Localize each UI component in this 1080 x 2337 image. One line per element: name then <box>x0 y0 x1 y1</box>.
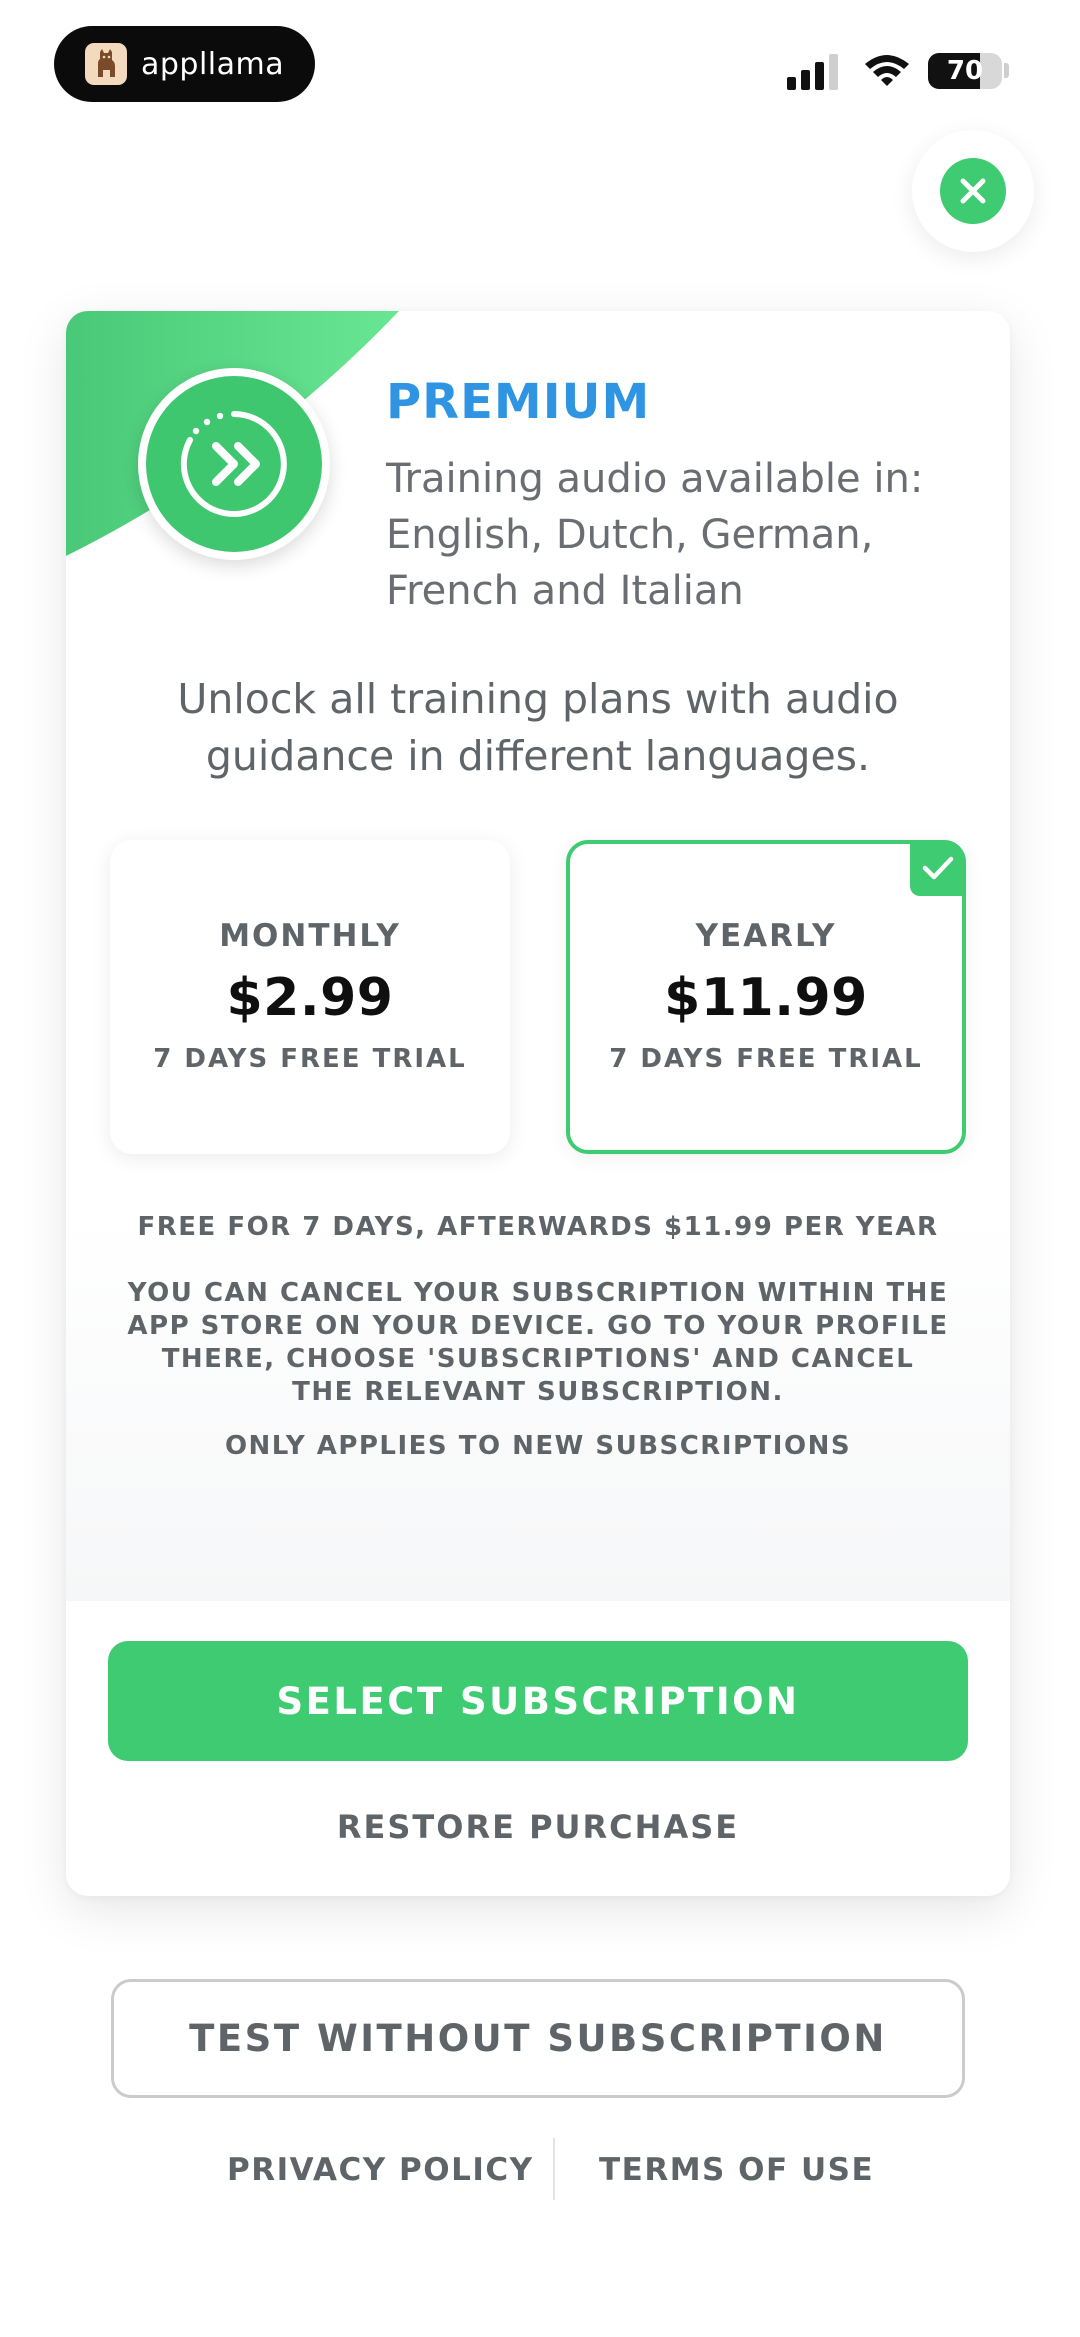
plan-name: MONTHLY <box>219 918 401 954</box>
close-button[interactable] <box>912 130 1034 252</box>
plan-price: $11.99 <box>664 968 868 1028</box>
close-icon <box>940 158 1006 224</box>
trial-terms-text: FREE FOR 7 DAYS, AFTERWARDS $11.99 PER Y… <box>137 1212 939 1242</box>
battery-nub <box>1004 63 1009 78</box>
premium-badge <box>138 368 330 560</box>
premium-title: PREMIUM <box>386 374 651 430</box>
brand-name: appllama <box>141 46 285 82</box>
terms-of-use-link[interactable]: TERMS OF USE <box>599 2152 874 2188</box>
plan-price: $2.99 <box>226 968 394 1028</box>
llama-logo-icon <box>85 43 127 85</box>
wifi-icon <box>865 55 909 86</box>
privacy-policy-link[interactable]: PRIVACY POLICY <box>227 2152 534 2188</box>
plan-trial: 7 DAYS FREE TRIAL <box>609 1044 923 1074</box>
unlock-description: Unlock all training plans with audio gui… <box>177 675 899 780</box>
checkmark-icon <box>910 840 966 896</box>
plan-name: YEARLY <box>695 918 837 954</box>
battery-level: 70 <box>946 56 984 86</box>
fast-forward-icon <box>146 376 322 552</box>
cancel-info-text: YOU CAN CANCEL YOUR SUBSCRIPTION WITHIN … <box>127 1278 949 1407</box>
plan-option-monthly[interactable]: MONTHLY $2.99 7 DAYS FREE TRIAL <box>110 840 510 1154</box>
new-subscriptions-note: ONLY APPLIES TO NEW SUBSCRIPTIONS <box>224 1431 852 1461</box>
test-without-subscription-button[interactable]: TEST WITHOUT SUBSCRIPTION <box>111 1979 965 2098</box>
battery-icon: 70 <box>928 53 1002 89</box>
subscription-card: PREMIUM Training audio available in: Eng… <box>66 311 1010 1896</box>
languages-text: Training audio available in: English, Du… <box>386 456 924 614</box>
restore-purchase-button[interactable]: RESTORE PURCHASE <box>66 1808 1010 1846</box>
plan-trial: 7 DAYS FREE TRIAL <box>153 1044 467 1074</box>
plan-option-yearly[interactable]: YEARLY $11.99 7 DAYS FREE TRIAL <box>566 840 966 1154</box>
footer-divider <box>553 2138 555 2200</box>
app-badge-pill: appllama <box>54 26 315 102</box>
cellular-signal-icon <box>787 52 843 90</box>
select-subscription-button[interactable]: SELECT SUBSCRIPTION <box>108 1641 968 1761</box>
